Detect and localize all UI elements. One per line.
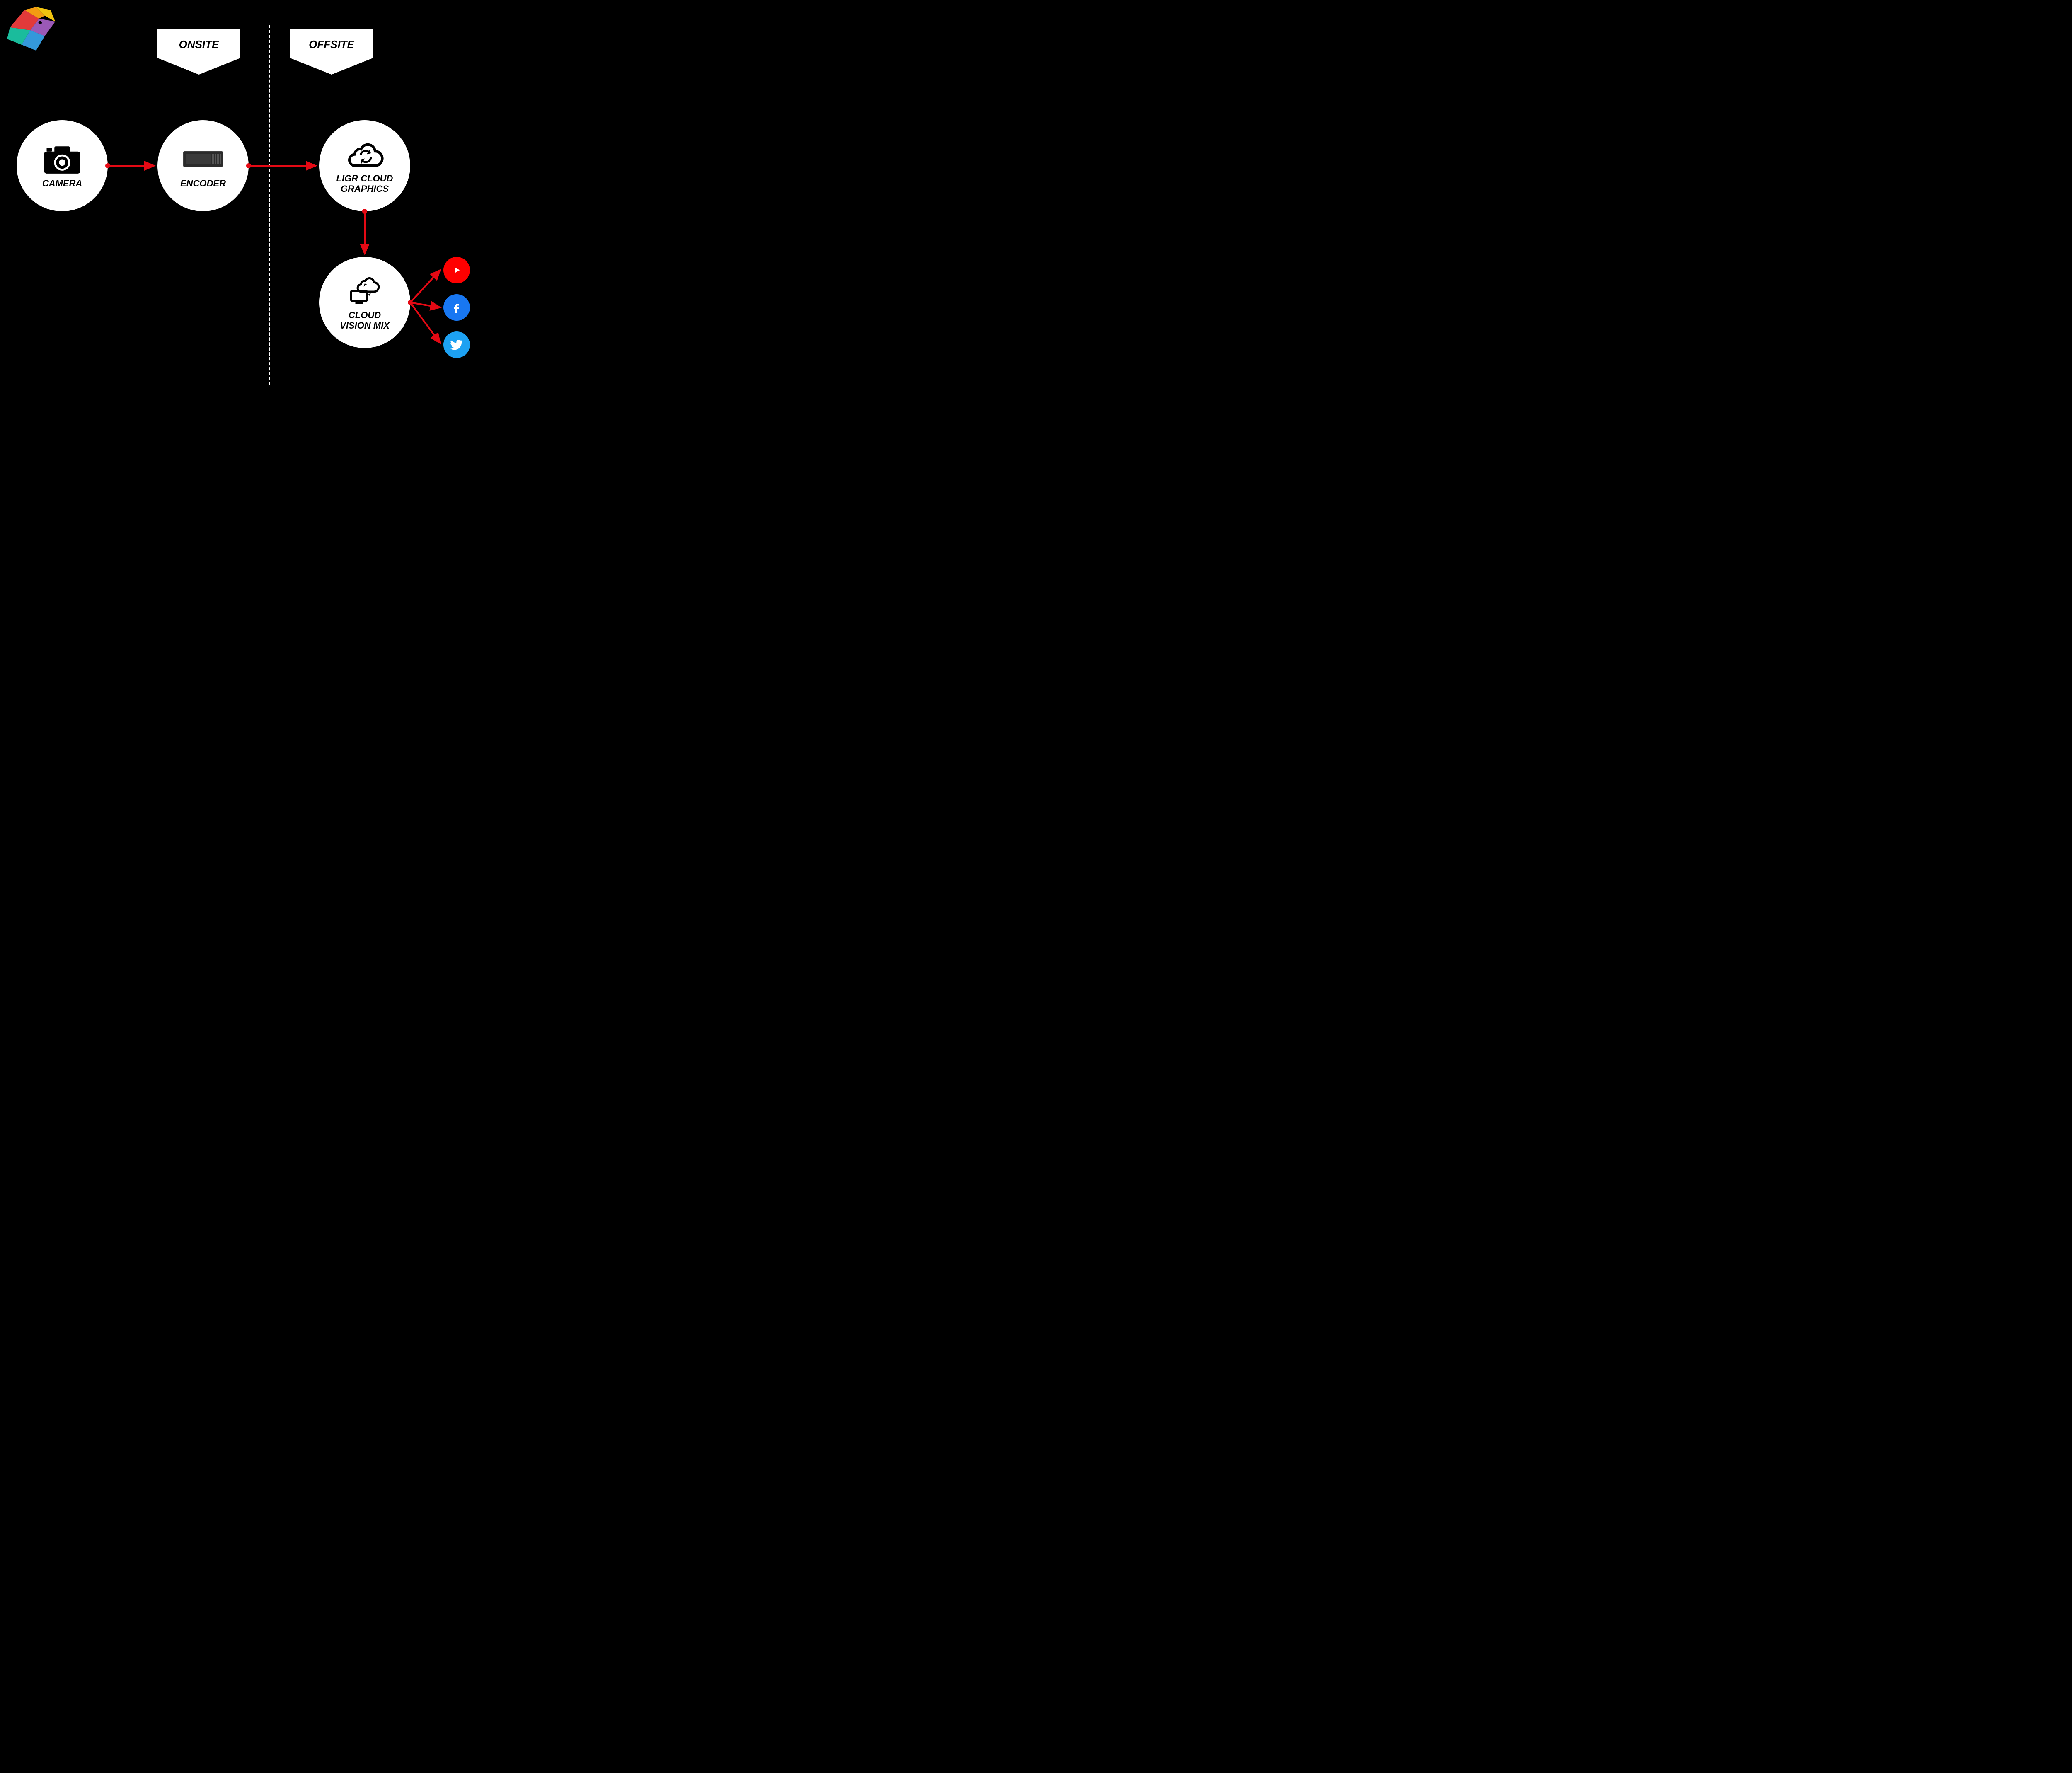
camera-label: CAMERA bbox=[42, 178, 82, 189]
encoder-node: ENCODER bbox=[157, 120, 249, 211]
offsite-section-label: OFFSITE bbox=[290, 29, 373, 58]
camera-icon bbox=[41, 143, 83, 176]
camera-node: CAMERA bbox=[17, 120, 108, 211]
encoder-label: ENCODER bbox=[180, 178, 226, 189]
cloud-sync-icon bbox=[344, 138, 385, 171]
facebook-icon bbox=[443, 294, 470, 321]
offsite-text: OFFSITE bbox=[309, 38, 354, 51]
cloud-vision-mix-node: CLOUD VISION MIX bbox=[319, 257, 410, 348]
onsite-text: ONSITE bbox=[179, 38, 219, 51]
ligr-cloud-graphics-node: LIGR CLOUD GRAPHICS bbox=[319, 120, 410, 211]
cloud-vision-mix-icon bbox=[344, 274, 385, 307]
onsite-section-label: ONSITE bbox=[157, 29, 240, 58]
ligr-label: LIGR CLOUD GRAPHICS bbox=[336, 173, 393, 194]
youtube-icon bbox=[443, 257, 470, 283]
lion-logo-icon bbox=[4, 4, 62, 62]
cloudvm-label: CLOUD VISION MIX bbox=[340, 310, 390, 331]
encoder-icon bbox=[182, 143, 224, 176]
onsite-offsite-divider bbox=[269, 25, 270, 385]
twitter-icon bbox=[443, 331, 470, 358]
brand-logo bbox=[4, 4, 62, 62]
